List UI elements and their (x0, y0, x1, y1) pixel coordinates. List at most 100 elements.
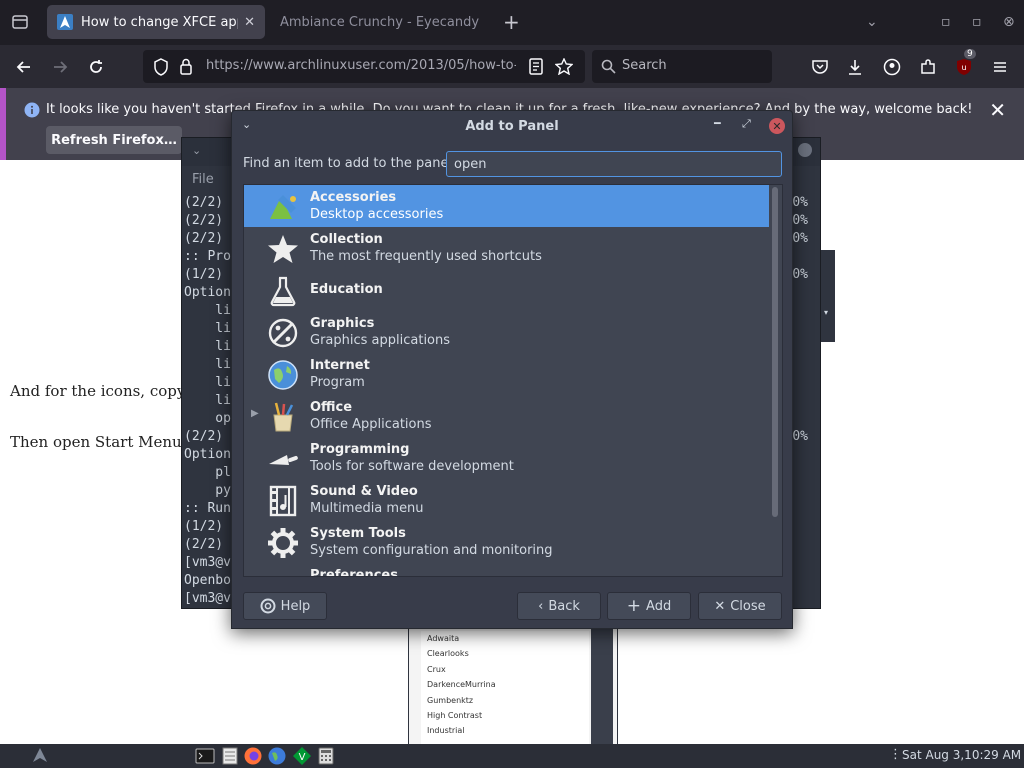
list-item-graphics[interactable]: Graphics Graphics applications (244, 311, 769, 353)
back-button[interactable]: ‹ Back (517, 592, 601, 620)
find-input[interactable] (446, 151, 782, 177)
calculator-icon[interactable] (316, 746, 336, 766)
url-text: https://www.archlinuxuser.com/2013/05/ho… (206, 58, 516, 73)
search-bar[interactable]: Search (592, 50, 772, 83)
palette-icon (268, 318, 298, 348)
find-label: Find an item to add to the panel: (243, 156, 457, 171)
bookmark-star-icon[interactable] (555, 58, 573, 75)
pocket-icon (812, 60, 828, 74)
theme-list-item[interactable]: Clearlooks (421, 646, 589, 661)
close-button[interactable]: ✕ Close (698, 592, 782, 620)
terminal-line: (2/2) (184, 213, 224, 228)
theme-list-item[interactable]: Adwaita (421, 631, 589, 646)
minimize-icon[interactable]: ▫ (941, 14, 951, 30)
list-item-accessories[interactable]: Accessories Desktop accessories (244, 185, 769, 227)
maximize-icon[interactable]: ▫ (972, 14, 982, 30)
list-item-title: Collection (310, 232, 383, 247)
list-all-tabs-icon[interactable] (10, 12, 30, 32)
list-item-preferences[interactable]: Preferences (244, 563, 769, 576)
vim-icon[interactable]: V (292, 746, 312, 766)
firefox-icon[interactable] (243, 746, 263, 766)
globe-icon[interactable] (267, 746, 287, 766)
clock[interactable]: Sat Aug 3,10:29 AM (902, 748, 1021, 762)
reader-view-icon[interactable] (528, 58, 544, 75)
minimize-icon[interactable]: ━ (714, 117, 721, 130)
maximize-icon[interactable]: ⤢ (742, 117, 751, 131)
list-item-title: Sound & Video (310, 484, 418, 499)
terminal-progress-value (792, 338, 808, 356)
terminal-icon[interactable] (195, 746, 215, 766)
terminal-line: Openbo (184, 573, 231, 588)
list-item-subtitle: Program (310, 375, 365, 390)
terminal-line: [vm3@v (184, 555, 231, 570)
chevron-down-icon[interactable]: ⌄ (192, 144, 201, 157)
ublock-button[interactable]: u 9 (952, 49, 976, 79)
list-item-programming[interactable]: Programming Tools for software developmen… (244, 437, 769, 479)
file-manager-icon[interactable] (220, 746, 240, 766)
terminal-scrollbar[interactable]: ▾ (821, 250, 835, 342)
list-item-system-tools[interactable]: System Tools System configuration and mon… (244, 521, 769, 563)
list-item-subtitle: System configuration and monitoring (310, 543, 553, 558)
theme-list-item[interactable]: DarkenceMurrina (421, 677, 589, 692)
dialog-titlebar[interactable]: ⌄ Add to Panel ━ ⤢ ✕ (232, 111, 792, 141)
shield-icon[interactable] (153, 58, 169, 76)
theme-list-scrollbar[interactable] (591, 629, 613, 745)
terminal-line: (1/2) (184, 267, 224, 282)
new-tab-button[interactable]: + (503, 10, 520, 34)
close-icon[interactable]: ✕ (989, 98, 1006, 122)
terminal-progress-value (792, 392, 808, 410)
reload-button[interactable] (84, 55, 108, 79)
terminal-menu-file[interactable]: File (192, 172, 214, 187)
list-item-office[interactable]: ▶ Office Office Applications (244, 395, 769, 437)
scroll-down-icon[interactable]: ▾ (824, 308, 828, 317)
theme-list-item[interactable]: Industrial (421, 723, 589, 738)
theme-list-item[interactable]: Gumbenktz (421, 693, 589, 708)
list-item-sound-video[interactable]: Sound & Video Multimedia menu (244, 479, 769, 521)
theme-list-item[interactable]: Crux (421, 662, 589, 677)
terminal-close-icon[interactable] (798, 143, 812, 157)
help-lifebuoy-icon (260, 598, 276, 614)
account-button[interactable] (880, 55, 904, 79)
terminal-line: (2/2) (184, 537, 224, 552)
tab-close-icon[interactable]: ✕ (244, 15, 255, 30)
help-button[interactable]: Help (243, 592, 327, 620)
lock-icon[interactable] (179, 58, 193, 75)
search-icon (601, 59, 616, 74)
item-list[interactable]: Accessories Desktop accessories Collection… (243, 184, 783, 577)
flask-icon (270, 276, 296, 307)
refresh-firefox-button[interactable]: Refresh Firefox… (46, 126, 182, 154)
expander-arrow-icon[interactable]: ▶ (251, 408, 259, 419)
chevron-left-icon: ‹ (538, 598, 544, 614)
theme-list-item[interactable]: High Contrast (421, 708, 589, 723)
forward-button[interactable] (48, 55, 72, 79)
pocket-button[interactable] (808, 55, 832, 79)
list-item-collection[interactable]: Collection The most frequently used short… (244, 227, 769, 269)
ublock-shield-icon: u (957, 59, 971, 75)
terminal-line: (2/2) (184, 195, 224, 210)
tray-handle-icon[interactable]: ⋮ (889, 747, 902, 762)
app-menu-icon[interactable] (30, 746, 50, 766)
reload-icon (90, 60, 102, 73)
chevron-down-icon[interactable]: ⌄ (866, 14, 878, 30)
list-item-internet[interactable]: Internet Program (244, 353, 769, 395)
hamburger-menu-icon (994, 62, 1006, 72)
terminal-progress-value (792, 320, 808, 338)
back-button[interactable] (12, 55, 36, 79)
url-bar[interactable]: https://www.archlinuxuser.com/2013/05/ho… (143, 50, 585, 83)
terminal-progress-value: 0% (792, 213, 808, 228)
film-icon (269, 485, 297, 517)
account-icon (883, 58, 901, 76)
close-window-icon[interactable]: ⊗ (1003, 14, 1015, 30)
list-scrollbar[interactable] (772, 187, 778, 517)
close-icon[interactable]: ✕ (769, 118, 785, 134)
list-item-title: Office (310, 400, 353, 415)
downloads-button[interactable] (843, 55, 867, 79)
tab-active[interactable]: How to change XFCE appea ✕ (47, 5, 265, 39)
list-item-education[interactable]: Education (244, 269, 769, 311)
menu-button[interactable] (988, 55, 1012, 79)
extensions-button[interactable] (916, 55, 940, 79)
tab-inactive[interactable]: Ambiance Crunchy - Eyecandy (270, 5, 490, 39)
add-button[interactable]: + Add (607, 592, 691, 620)
terminal-output: (2/2) (2/2) (2/2):: Pro (1/2) Option li li l… (184, 194, 231, 608)
list-item-subtitle: Desktop accessories (310, 207, 444, 222)
